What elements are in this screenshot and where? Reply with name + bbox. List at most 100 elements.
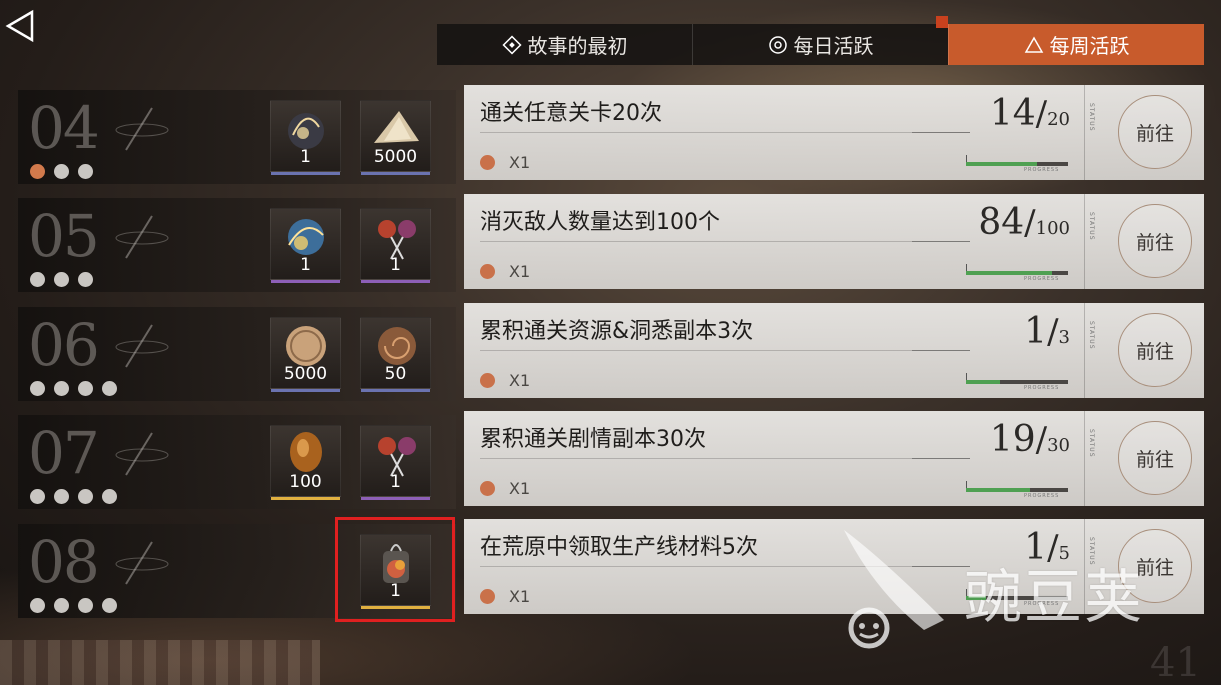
- ring-icon: [768, 35, 788, 55]
- tab-bar: 故事的最初 每日活跃 每周活跃: [437, 16, 1204, 65]
- rarity-bar: [361, 172, 430, 175]
- status-column: STATUS: [1084, 303, 1102, 398]
- reward-qty: 50: [384, 364, 407, 384]
- reward-tier-row: 05 1 1: [18, 198, 456, 292]
- reward-item[interactable]: 1: [360, 208, 431, 283]
- rarity-bar: [361, 497, 430, 500]
- progress-current: 14: [989, 93, 1036, 134]
- tier-number: 06: [28, 311, 100, 379]
- tier-slash-icon: [115, 541, 169, 585]
- status-label: STATUS: [1088, 321, 1095, 350]
- tier-dot: [54, 489, 69, 504]
- task-reward: X1: [480, 587, 530, 606]
- task-reward: X1: [480, 262, 530, 281]
- reward-qty: 1: [300, 255, 311, 275]
- progress-current: 1: [1024, 311, 1048, 352]
- task-card: 累积通关剧情副本30次 X1 19/30 PROGRESS STATUS 前往: [464, 411, 1204, 506]
- progress-label: PROGRESS: [1024, 493, 1060, 499]
- progress-bar-fill: [966, 596, 987, 600]
- tier-dots: [30, 489, 117, 504]
- task-title: 通关任意关卡20次: [480, 101, 662, 126]
- reward-tier-row: 07 100 1: [18, 415, 456, 509]
- go-button[interactable]: 前往: [1118, 421, 1192, 495]
- progress-label: PROGRESS: [1024, 276, 1060, 282]
- progress-bar-fill: [966, 488, 1031, 492]
- go-button[interactable]: 前往: [1118, 313, 1192, 387]
- background-number: 41: [1150, 640, 1201, 685]
- progress-separator: /: [1047, 528, 1059, 568]
- go-button[interactable]: 前往: [1118, 529, 1192, 603]
- tab-daily[interactable]: 每日活跃: [692, 16, 948, 65]
- notification-marker: [936, 16, 948, 28]
- task-reward: X1: [480, 479, 530, 498]
- reward-item[interactable]: 1: [270, 100, 341, 175]
- crystal-orb-icon: [279, 105, 334, 153]
- blue-orb-icon: [279, 213, 334, 261]
- reward-item[interactable]: 5000: [360, 100, 431, 175]
- reward-tier-row: 06 5000 50: [18, 307, 456, 401]
- progress-label: PROGRESS: [1024, 385, 1060, 391]
- lollipop-icon: [369, 213, 424, 261]
- tier-dot: [78, 381, 93, 396]
- reward-item[interactable]: 5000: [270, 317, 341, 392]
- divider: [480, 458, 970, 459]
- go-button[interactable]: 前往: [1118, 204, 1192, 278]
- blurred-region: [0, 640, 320, 685]
- divider: [912, 566, 970, 567]
- tab-weekly[interactable]: 每周活跃: [936, 16, 1204, 65]
- reward-dot-icon: [480, 481, 495, 496]
- reward-item[interactable]: 50: [360, 317, 431, 392]
- tier-dot: [30, 381, 45, 396]
- crystal-shard-icon: [369, 105, 424, 153]
- reward-item[interactable]: 1: [360, 425, 431, 500]
- progress-bar: [966, 596, 1068, 600]
- tier-dot: [54, 164, 69, 179]
- coin-icon: [279, 322, 334, 370]
- progress-current: 1: [1024, 527, 1048, 568]
- go-button[interactable]: 前往: [1118, 95, 1192, 169]
- divider: [912, 458, 970, 459]
- task-card: 通关任意关卡20次 X1 14/20 PROGRESS STATUS 前往: [464, 85, 1204, 180]
- reward-item[interactable]: 1: [270, 208, 341, 283]
- ammonite-icon: [369, 322, 424, 370]
- tier-dot: [102, 381, 117, 396]
- reward-qty: 1: [300, 147, 311, 167]
- progress-separator: /: [1047, 312, 1059, 352]
- status-label: STATUS: [1088, 537, 1095, 566]
- progress-bar: [966, 488, 1068, 492]
- tier-dot: [30, 598, 45, 613]
- tier-dot: [102, 598, 117, 613]
- reward-tier-row: 04 1 5000: [18, 90, 456, 184]
- task-progress-text: 84/100: [974, 202, 1070, 243]
- task-title: 在荒原中领取生产线材料5次: [480, 535, 758, 560]
- rarity-bar: [361, 389, 430, 392]
- back-arrow-icon: [5, 9, 34, 43]
- rarity-bar: [271, 497, 340, 500]
- reward-item[interactable]: 100: [270, 425, 341, 500]
- status-column: STATUS: [1084, 411, 1102, 506]
- reward-dot-icon: [480, 264, 495, 279]
- tab-label: 每周活跃: [1049, 34, 1130, 58]
- tier-dot: [78, 272, 93, 287]
- task-reward-qty: X1: [509, 371, 531, 390]
- tier-number: 07: [28, 419, 100, 487]
- task-card: 累积通关资源&洞悉副本3次 X1 1/3 PROGRESS STATUS 前往: [464, 303, 1204, 398]
- task-title: 累积通关剧情副本30次: [480, 427, 706, 452]
- reward-qty: 1: [390, 472, 401, 492]
- tier-dot: [78, 598, 93, 613]
- task-reward: X1: [480, 371, 530, 390]
- reward-qty: 5000: [373, 147, 418, 167]
- tier-number: 05: [28, 202, 100, 270]
- progress-total: 100: [1035, 218, 1070, 239]
- progress-separator: /: [1024, 203, 1036, 243]
- tab-story[interactable]: 故事的最初: [437, 24, 692, 65]
- progress-bar: [966, 162, 1068, 166]
- task-progress-text: 1/3: [974, 311, 1070, 352]
- reward-dot-icon: [480, 373, 495, 388]
- task-reward-qty: X1: [509, 587, 531, 606]
- progress-bar-fill: [966, 271, 1052, 275]
- progress-separator: /: [1035, 420, 1048, 460]
- progress-separator: /: [1035, 94, 1048, 134]
- tier-slash-icon: [115, 215, 169, 259]
- back-button[interactable]: [4, 8, 36, 44]
